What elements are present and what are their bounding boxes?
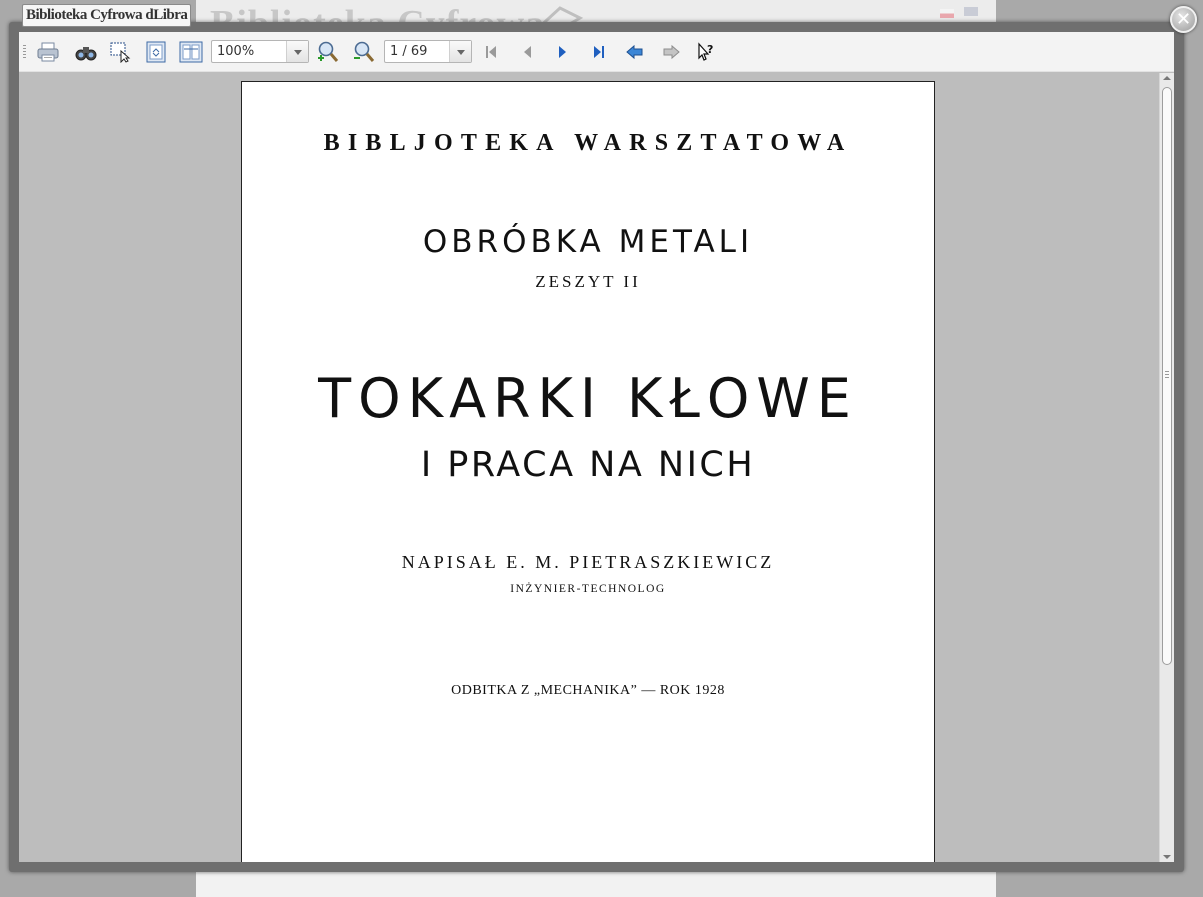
zoom-value: 100% <box>217 44 255 59</box>
scroll-thumb[interactable] <box>1162 87 1172 665</box>
svg-text:?: ? <box>707 43 713 56</box>
previous-page-button[interactable] <box>514 40 540 64</box>
zoom-in-button[interactable] <box>315 40 341 64</box>
document-imprint: ODBITKA Z „MECHANIKA” — ROK 1928 <box>451 683 725 698</box>
document-page: BIBLJOTEKA WARSZTATOWA OBRÓBKA METALI ZE… <box>241 81 935 862</box>
page-number-value: 1 / 69 <box>390 44 428 59</box>
help-button[interactable]: ? <box>693 40 719 64</box>
select-tool-icon <box>110 42 131 63</box>
close-icon: ✕ <box>1175 8 1192 30</box>
zoom-out-icon <box>354 41 375 62</box>
pdf-viewer: 100% 1 / 69 ? BIBLJOTEKA WARSZTATOWA OBR… <box>19 32 1174 862</box>
history-back-button[interactable] <box>622 40 648 64</box>
history-forward-icon <box>663 44 680 60</box>
document-series: BIBLJOTEKA WARSZTATOWA <box>323 130 853 156</box>
language-en-icon[interactable] <box>964 7 978 16</box>
document-subtitle: I PRACA NA NICH <box>420 445 756 485</box>
document-area[interactable]: BIBLJOTEKA WARSZTATOWA OBRÓBKA METALI ZE… <box>19 73 1159 862</box>
fit-page-icon <box>146 41 166 63</box>
find-icon <box>75 47 97 61</box>
chevron-down-icon[interactable] <box>449 41 471 62</box>
print-icon <box>37 42 59 62</box>
next-page-button[interactable] <box>550 40 576 64</box>
close-button[interactable]: ✕ <box>1170 6 1197 33</box>
document-author: NAPISAŁ E. M. PIETRASZKIEWICZ <box>401 552 775 572</box>
document-volume: ZESZYT II <box>535 272 641 291</box>
help-icon: ? <box>698 42 713 61</box>
scroll-down-icon[interactable] <box>1160 852 1174 862</box>
viewer-modal: 100% 1 / 69 ? BIBLJOTEKA WARSZTATOWA OBR… <box>9 22 1184 872</box>
first-page-button[interactable] <box>478 40 504 64</box>
site-title-tooltip: Biblioteka Cyfrowa dLibra <box>22 4 192 27</box>
find-button[interactable] <box>73 40 99 64</box>
background-footer <box>196 874 996 897</box>
scroll-up-icon[interactable] <box>1160 73 1174 83</box>
history-forward-button[interactable] <box>658 40 684 64</box>
print-button[interactable] <box>35 40 61 64</box>
zoom-out-button[interactable] <box>351 40 377 64</box>
document-title: TOKARKI KŁOWE <box>318 367 858 430</box>
language-pl-icon[interactable] <box>940 9 954 18</box>
fit-page-button[interactable] <box>143 40 169 64</box>
zoom-in-icon <box>318 41 339 62</box>
fit-width-icon <box>179 41 203 63</box>
select-tool-button[interactable] <box>107 40 133 64</box>
toolbar-grip[interactable] <box>23 45 26 59</box>
chevron-down-icon[interactable] <box>286 41 308 62</box>
zoom-select[interactable]: 100% <box>211 40 309 63</box>
document-author-role: INŻYNIER-TECHNOLOG <box>510 583 666 595</box>
previous-page-icon <box>524 46 531 58</box>
last-page-icon <box>594 46 604 58</box>
last-page-button[interactable] <box>586 40 612 64</box>
fit-width-button[interactable] <box>178 40 204 64</box>
viewer-toolbar: 100% 1 / 69 ? <box>19 32 1174 72</box>
history-back-icon <box>626 44 643 60</box>
document-subject: OBRÓBKA METALI <box>422 224 754 260</box>
page-number-field[interactable]: 1 / 69 <box>384 40 472 63</box>
vertical-scrollbar[interactable] <box>1159 73 1174 862</box>
first-page-icon <box>486 46 496 58</box>
next-page-icon <box>559 46 566 58</box>
